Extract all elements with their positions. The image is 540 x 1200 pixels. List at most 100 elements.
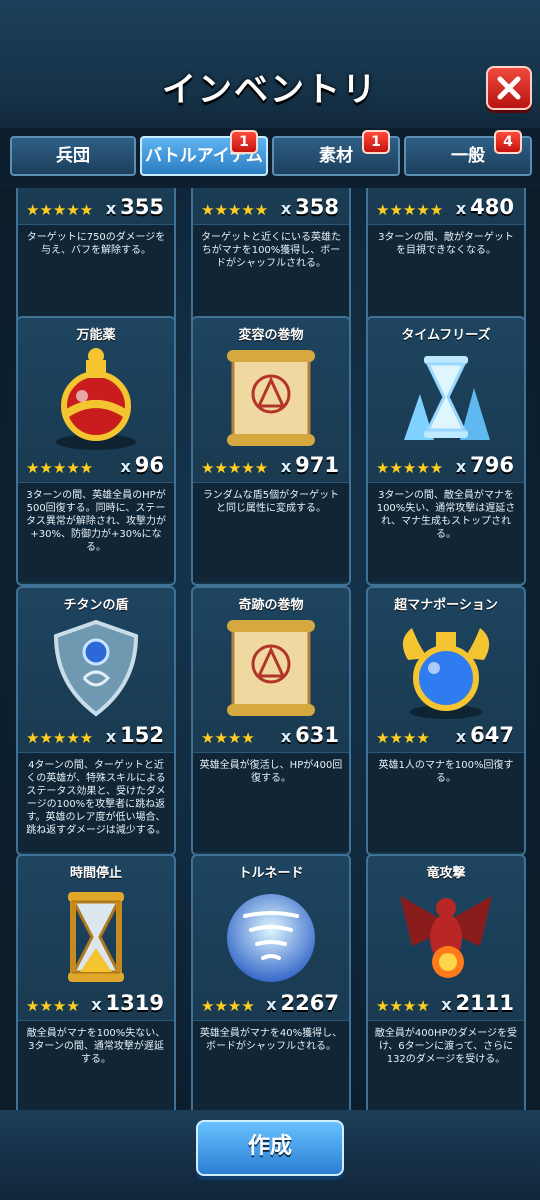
item-name: 竜攻撃: [426, 866, 466, 881]
header-bar: インベントリ: [0, 0, 540, 128]
quantity-value: 358: [295, 195, 339, 219]
close-icon: [497, 76, 521, 100]
item-card[interactable]: 変容の巻物 ★★★★★ x 971 ランダムな盾5個がターゲットと同じ属性に変成する。: [191, 316, 351, 586]
item-quantity: x 631: [281, 723, 339, 747]
star-rating: ★★★★: [201, 729, 255, 747]
item-description: ターゲットと近くにいる英雄たちがマナを100%獲得し、ボードがシャッフルされる。: [193, 224, 349, 324]
mana-potion-icon: [390, 614, 502, 724]
star-rating: ★★★★★: [26, 459, 94, 477]
item-card[interactable]: ★★★★★ x 480 3ターンの間、敵がターゲットを目視できなくなる。: [366, 188, 526, 328]
quantity-prefix: x: [280, 199, 292, 218]
item-quantity: x 355: [106, 195, 164, 219]
footer-bar: 作成: [0, 1110, 540, 1200]
item-card[interactable]: 竜攻撃 ★★★★ x 2111 敵全員が400HPのダメージを受け、6ターンに渡って、さ…: [366, 854, 526, 1110]
potion-icon: [40, 344, 152, 454]
star-rating: ★★★★★: [376, 201, 444, 219]
star-rating: ★★★★: [26, 997, 80, 1015]
tab-troops[interactable]: 兵団: [10, 136, 136, 176]
close-button[interactable]: [486, 66, 532, 110]
item-description: 英雄1人のマナを100%回復する。: [368, 752, 524, 852]
quantity-prefix: x: [105, 727, 117, 746]
item-description: 英雄全員がマナを40%獲得し、ボードがシャッフルされる。: [193, 1020, 349, 1110]
item-quantity: x 647: [456, 723, 514, 747]
item-name: 超マナポーション: [394, 598, 498, 613]
quantity-prefix: x: [455, 199, 467, 218]
quantity-value: 2111: [455, 991, 514, 1015]
tab-label: 一般: [451, 146, 485, 166]
scroll-icon: [215, 614, 327, 724]
star-rating: ★★★★★: [201, 459, 269, 477]
item-card[interactable]: 超マナポーション ★★★★ x 647 英雄1人のマナを100%回復する。: [366, 586, 526, 856]
item-card[interactable]: 万能薬 ★★★★★ x 96 3ターンの間、英雄全員のHPが500回復する。同時に、ステ…: [16, 316, 176, 586]
star-rating: ★★★★★: [26, 729, 94, 747]
quantity-value: 647: [470, 723, 514, 747]
item-name: タイムフリーズ: [401, 328, 491, 343]
frozen-hourglass-icon: [390, 344, 502, 454]
quantity-value: 971: [295, 453, 339, 477]
quantity-value: 152: [120, 723, 164, 747]
star-rating: ★★★★★: [201, 201, 269, 219]
notification-badge: 1: [362, 130, 390, 154]
item-description: 英雄全員が復活し、HPが400回復する。: [193, 752, 349, 852]
item-quantity: x 480: [456, 195, 514, 219]
item-name: チタンの盾: [63, 598, 129, 613]
shield-icon: [40, 614, 152, 724]
item-quantity: x 971: [281, 453, 339, 477]
star-rating: ★★★★★: [26, 201, 94, 219]
item-card[interactable]: ★★★★★ x 358 ターゲットと近くにいる英雄たちがマナを100%獲得し、ボードが…: [191, 188, 351, 328]
hourglass-icon: [40, 882, 152, 992]
item-card[interactable]: チタンの盾 ★★★★★ x 152 4ターンの間、ターゲットと近くの英雄が、特殊スキルに…: [16, 586, 176, 856]
quantity-value: 631: [295, 723, 339, 747]
quantity-value: 355: [120, 195, 164, 219]
item-description: 敵全員が400HPのダメージを受け、6ターンに渡って、さらに132のダメージを受…: [368, 1020, 524, 1110]
quantity-prefix: x: [455, 457, 467, 476]
item-card[interactable]: 時間停止 ★★★★ x 1319 敵全員がマナを100%失ない、3ターンの間、通常攻撃が…: [16, 854, 176, 1110]
quantity-prefix: x: [455, 727, 467, 746]
item-description: ターゲットに750のダメージを与え、バフを解除する。: [18, 224, 174, 324]
item-description: ランダムな盾5個がターゲットと同じ属性に変成する。: [193, 482, 349, 582]
star-rating: ★★★★: [376, 729, 430, 747]
quantity-prefix: x: [105, 199, 117, 218]
dragon-icon: [390, 882, 502, 992]
tab-general[interactable]: 一般 4: [404, 130, 532, 176]
item-card[interactable]: タイムフリーズ ★★★★★ x 796 3ターンの間、敵全員がマナを100%失い、通常攻…: [366, 316, 526, 586]
notification-badge: 1: [230, 130, 258, 154]
item-name: 奇跡の巻物: [238, 598, 304, 613]
item-description: 3ターンの間、敵全員がマナを100%失い、通常攻撃は遅延され、マナ生成もストップ…: [368, 482, 524, 582]
item-quantity: x 2267: [266, 991, 339, 1015]
tab-battle-items[interactable]: バトルアイテム 1: [140, 130, 268, 176]
tornado-orb-icon: [215, 882, 327, 992]
item-description: 敵全員がマナを100%失ない、3ターンの間、通常攻撃が遅延する。: [18, 1020, 174, 1110]
quantity-prefix: x: [91, 995, 102, 1014]
item-quantity: x 358: [281, 195, 339, 219]
star-rating: ★★★★: [201, 997, 255, 1015]
quantity-value: 480: [470, 195, 514, 219]
quantity-prefix: x: [280, 727, 292, 746]
item-quantity: x 96: [120, 453, 164, 477]
tab-bar: 兵団 バトルアイテム 1 素材 1 一般 4: [0, 128, 540, 188]
star-rating: ★★★★: [376, 997, 430, 1015]
item-name: トルネード: [238, 866, 304, 881]
tab-label: 兵団: [56, 146, 90, 166]
tab-materials[interactable]: 素材 1: [272, 130, 400, 176]
quantity-prefix: x: [266, 995, 277, 1014]
item-card[interactable]: 奇跡の巻物 ★★★★ x 631 英雄全員が復活し、HPが400回復する。: [191, 586, 351, 856]
item-description: 3ターンの間、敵がターゲットを目視できなくなる。: [368, 224, 524, 324]
item-description: 3ターンの間、英雄全員のHPが500回復する。同時に、ステータス異常が解除され、…: [18, 482, 174, 582]
create-button[interactable]: 作成: [196, 1120, 344, 1176]
item-description: 4ターンの間、ターゲットと近くの英雄が、特殊スキルによるステータス効果と、受けた…: [18, 752, 174, 852]
notification-badge: 4: [494, 130, 522, 154]
item-card[interactable]: トルネード ★★★★ x 2267 英雄全員がマナを40%獲得し、ボードがシャッフルされ…: [191, 854, 351, 1110]
item-name: 変容の巻物: [238, 328, 304, 343]
item-quantity: x 796: [456, 453, 514, 477]
quantity-value: 1319: [105, 991, 164, 1015]
star-rating: ★★★★★: [376, 459, 444, 477]
item-quantity: x 152: [106, 723, 164, 747]
item-name: 万能薬: [76, 328, 116, 343]
item-quantity: x 1319: [91, 991, 164, 1015]
item-grid: ★★★★★ x 355 ターゲットに750のダメージを与え、バフを解除する。 ★★★★★…: [0, 188, 540, 1110]
item-quantity: x 2111: [441, 991, 514, 1015]
item-card[interactable]: ★★★★★ x 355 ターゲットに750のダメージを与え、バフを解除する。: [16, 188, 176, 328]
quantity-value: 96: [134, 453, 164, 477]
scroll-icon: [215, 344, 327, 454]
